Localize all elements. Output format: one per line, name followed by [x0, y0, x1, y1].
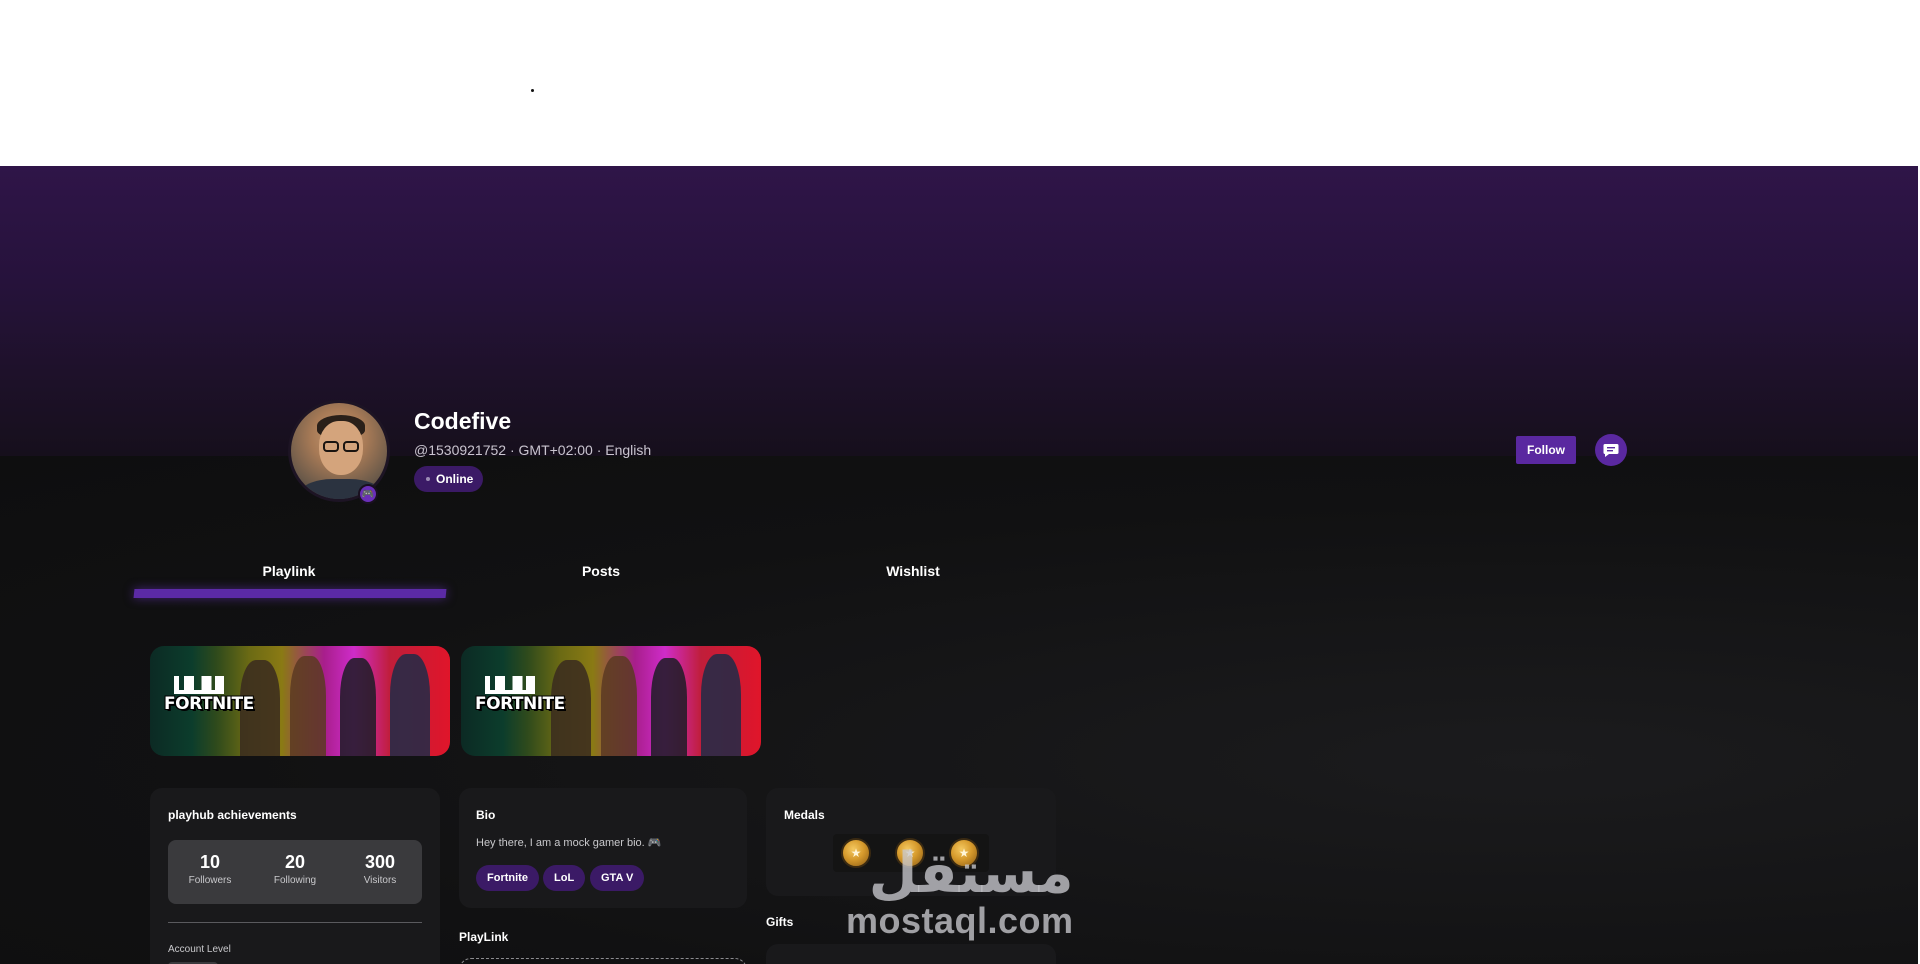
profile-meta: @1530921752 · GMT+02:00 · English — [414, 442, 652, 458]
profile-username: Codefive — [414, 408, 512, 434]
fortnite-logo: FORTNITE — [475, 676, 565, 714]
account-level-label: Account Level — [168, 944, 231, 955]
gifts-panel — [766, 944, 1056, 964]
tab-posts[interactable]: Posts — [445, 556, 757, 596]
profile-page: 🎮 Codefive @1530921752 · GMT+02:00 · Eng… — [0, 166, 1918, 964]
message-button[interactable] — [1595, 434, 1627, 466]
gamepad-badge-icon: 🎮 — [358, 484, 378, 504]
playlink-dropzone[interactable] — [459, 958, 747, 964]
fortnite-logo: FORTNITE — [164, 676, 254, 714]
castle-icon — [485, 676, 535, 694]
bio-title: Bio — [476, 808, 496, 822]
mostaql-watermark: مستقل mostaql.com — [846, 846, 1074, 940]
stat-followers[interactable]: 10 Followers — [168, 852, 252, 886]
stray-dot — [531, 89, 534, 92]
divider — [168, 922, 422, 923]
medals-title: Medals — [784, 808, 825, 822]
tag-chip[interactable]: GTA V — [590, 865, 645, 891]
tab-wishlist[interactable]: Wishlist — [757, 556, 1069, 596]
gifts-title: Gifts — [766, 915, 794, 929]
game-card-fortnite[interactable]: FORTNITE — [461, 646, 761, 756]
stat-following[interactable]: 20 Following — [253, 852, 337, 886]
status-dot-icon — [426, 477, 430, 481]
watermark-arabic: مستقل — [868, 841, 1074, 906]
watermark-latin: mostaql.com — [846, 900, 1074, 941]
bio-text: Hey there, I am a mock gamer bio. 🎮 — [476, 837, 662, 849]
tag-chip[interactable]: Fortnite — [476, 865, 539, 891]
stats-box: 10 Followers 20 Following 300 Visitors — [168, 840, 422, 904]
game-card-fortnite[interactable]: FORTNITE — [150, 646, 450, 756]
stat-visitors: 300 Visitors — [363, 852, 397, 886]
achievements-title: playhub achievements — [168, 808, 297, 822]
playlink-title: PlayLink — [459, 930, 509, 944]
follow-button[interactable]: Follow — [1516, 436, 1576, 464]
profile-banner — [0, 166, 1918, 456]
status-badge: Online — [414, 466, 484, 492]
status-label: Online — [436, 472, 474, 486]
chat-bubble-icon — [1603, 444, 1619, 457]
castle-icon — [174, 676, 224, 694]
top-whitespace — [0, 0, 1920, 166]
tag-chip[interactable]: LoL — [543, 865, 586, 891]
active-tab-indicator — [133, 589, 447, 598]
